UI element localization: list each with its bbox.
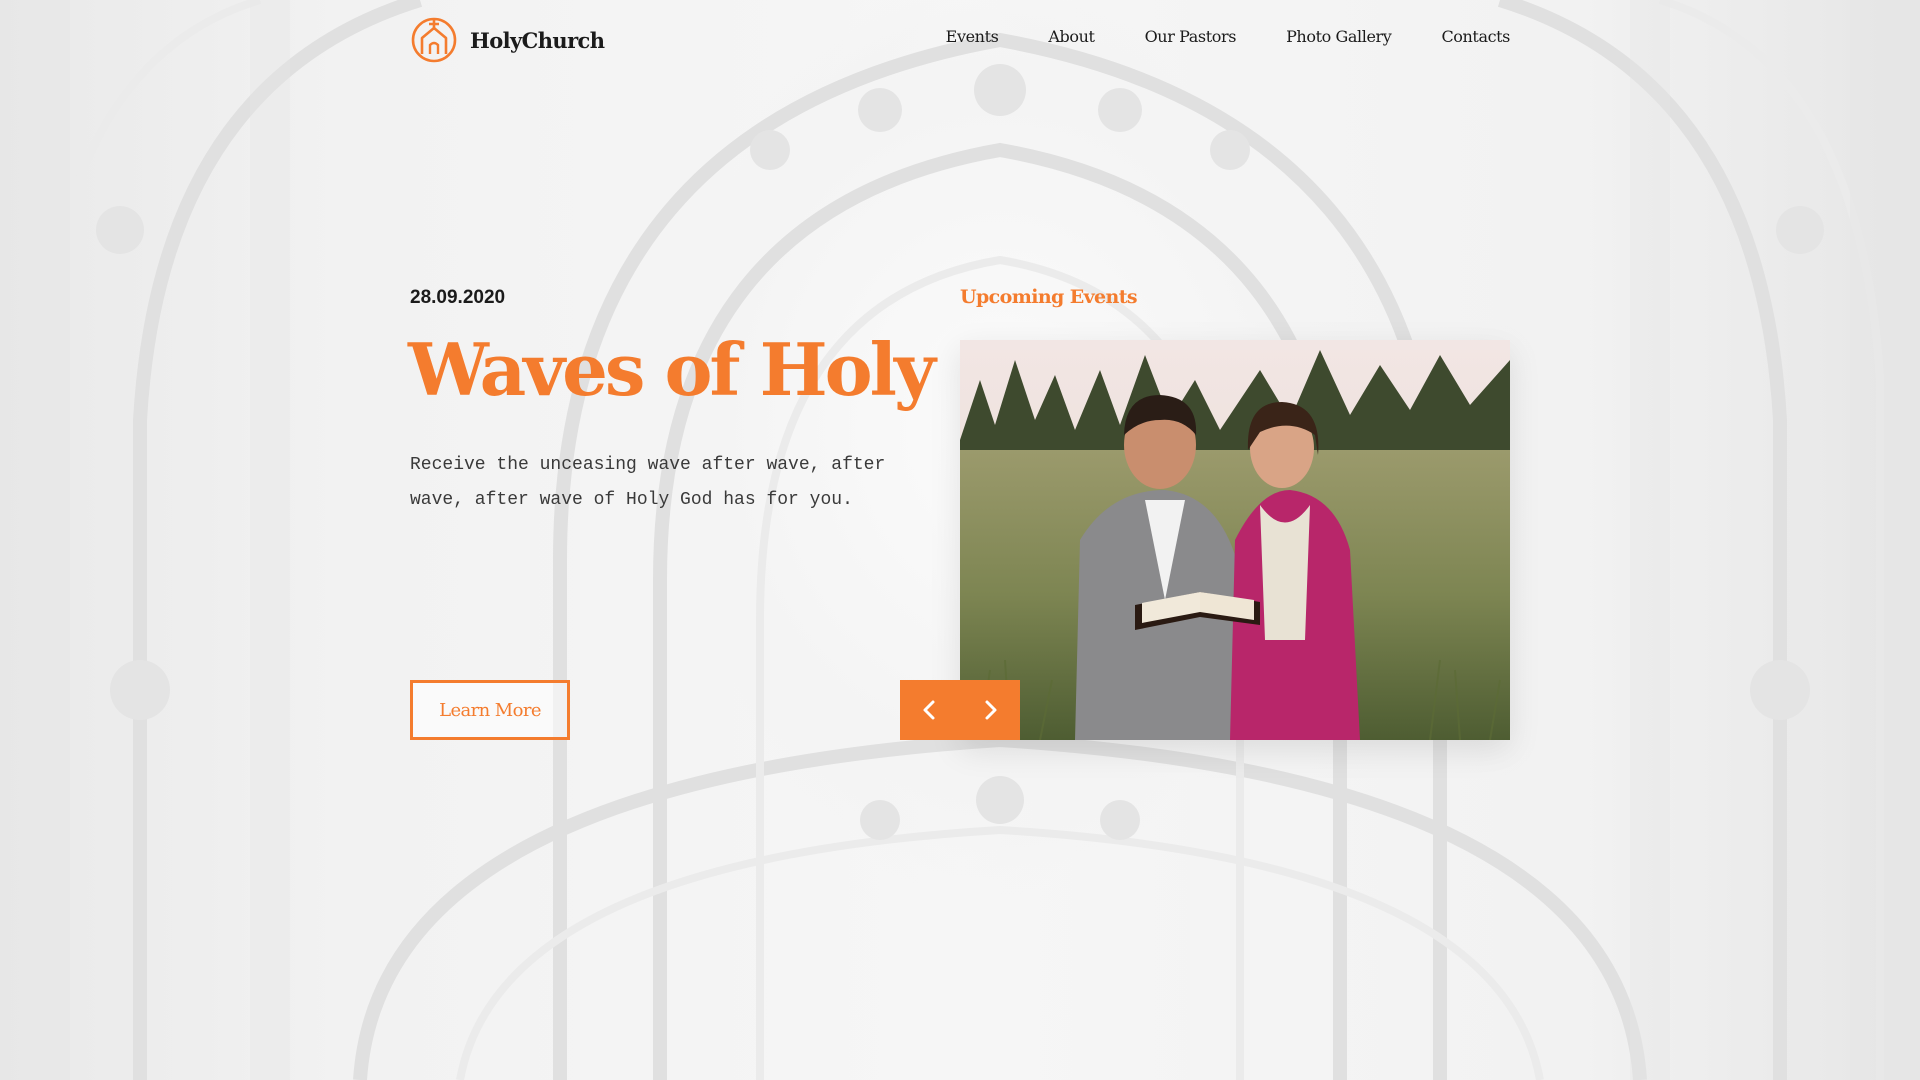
event-slider-controls [900,680,1020,740]
main-nav: Events About Our Pastors Photo Gallery C… [946,27,1511,46]
event-photo[interactable] [960,340,1510,740]
nav-item-contacts[interactable]: Contacts [1441,27,1510,46]
nav-item-events[interactable]: Events [946,27,999,46]
hero-title: Waves of Holy [408,327,936,412]
couple-reading-bible-image [960,340,1510,740]
church-logo-icon [411,17,457,63]
prev-event-button[interactable] [900,680,960,740]
site-header: HolyChurch Events About Our Pastors Phot… [410,16,1510,64]
next-event-button[interactable] [960,680,1020,740]
nav-item-our-pastors[interactable]: Our Pastors [1145,27,1237,46]
nav-item-photo-gallery[interactable]: Photo Gallery [1286,27,1392,46]
learn-more-button[interactable]: Learn More [410,680,570,740]
logo[interactable]: HolyChurch [410,16,605,64]
logo-text: HolyChurch [470,27,605,53]
hero-date: 28.09.2020 [410,287,506,308]
upcoming-events-heading: Upcoming Events [960,286,1138,308]
chevron-left-icon [923,700,935,720]
chevron-right-icon [985,700,997,720]
hero-description: Receive the unceasing wave after wave, a… [410,455,886,510]
nav-item-about[interactable]: About [1048,27,1095,46]
